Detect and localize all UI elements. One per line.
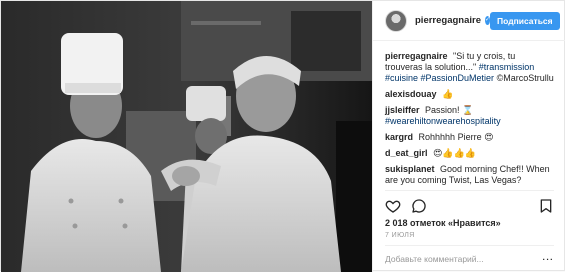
more-options-icon[interactable]: ··· — [543, 254, 555, 264]
caption-username[interactable]: pierregagnaire — [385, 51, 448, 61]
comment-text: Rohhhhh Pierre 😍 — [418, 132, 494, 143]
comment-text: 👍 — [442, 89, 454, 100]
comment-text: 😍👍👍👍 — [433, 148, 477, 159]
caption-credit: ©MarcoStrullu — [496, 73, 554, 84]
kitchen-photo-image — [1, 1, 372, 272]
post-date: 7 ИЮЛЯ — [385, 232, 415, 240]
list-item: jjsleiffer Passion! ⌛ #wearehiltonweareh… — [385, 105, 554, 127]
action-bar — [385, 189, 554, 216]
list-item: d_eat_girl 😍👍👍👍 — [385, 148, 554, 159]
likes-count[interactable]: 2 018 отметок «Нравится» — [373, 215, 565, 228]
comment-username[interactable]: alexisdouay — [385, 89, 437, 99]
caption: pierregagnaire "Si tu y crois, tu trouve… — [385, 51, 554, 84]
comment-username[interactable]: sukisplanet — [385, 164, 435, 174]
avatar[interactable] — [385, 9, 407, 32]
comment-username[interactable]: kargrd — [385, 132, 413, 142]
list-item: alexisdouay 👍 — [385, 89, 554, 100]
list-item: sukisplanet Good morning Chef!! When are… — [385, 164, 554, 186]
comment-hashtag[interactable]: #wearehiltonwearehospitality — [385, 116, 501, 126]
comment-input[interactable]: Добавьте комментарий... — [385, 254, 484, 264]
comment-text: Passion! ⌛ — [425, 105, 474, 116]
post-modal: pierregagnaire ✓ Подписаться pierregagna… — [0, 0, 565, 272]
heart-icon[interactable] — [385, 198, 401, 214]
bookmark-icon[interactable] — [538, 198, 554, 214]
add-comment-bar: Добавьте комментарий... ··· — [385, 245, 554, 272]
post-sidebar: pierregagnaire ✓ Подписаться pierregagna… — [372, 1, 565, 272]
post-photo[interactable] — [1, 1, 372, 272]
comment-username[interactable]: d_eat_girl — [385, 148, 428, 158]
list-item: kargrd Rohhhhh Pierre 😍 — [385, 132, 554, 143]
post-header: pierregagnaire ✓ Подписаться — [373, 1, 565, 42]
comment-icon[interactable] — [411, 198, 427, 214]
comment-username[interactable]: jjsleiffer — [385, 105, 420, 115]
follow-button[interactable]: Подписаться — [490, 11, 560, 30]
author-username[interactable]: pierregagnaire — [415, 15, 481, 26]
comments-list: pierregagnaire "Si tu y crois, tu trouve… — [373, 41, 565, 189]
